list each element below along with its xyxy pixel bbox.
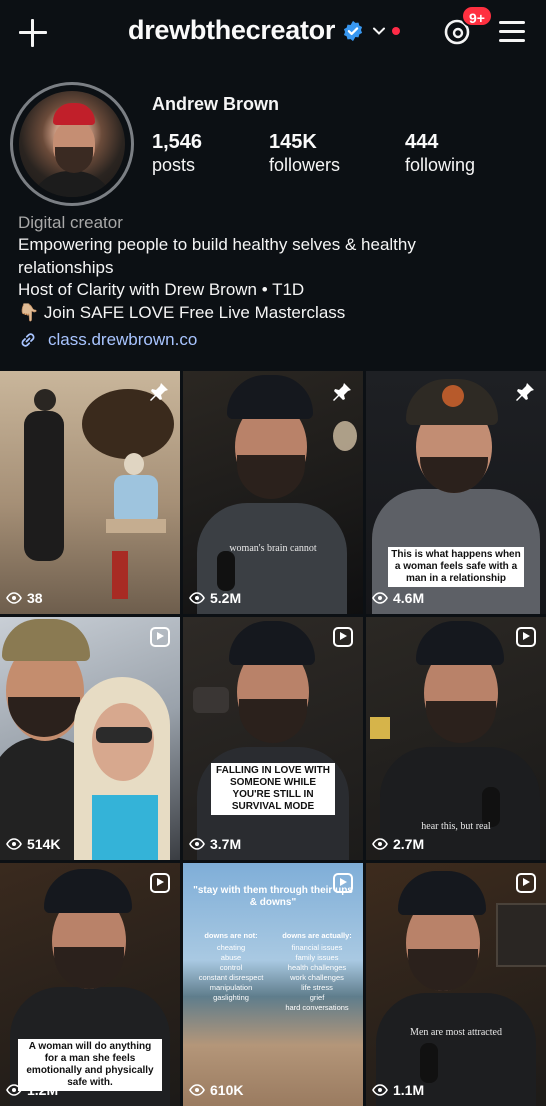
profile-avatar[interactable] [10, 82, 134, 206]
followers-count: 145K [269, 131, 317, 153]
eye-icon [189, 838, 205, 850]
view-count: 38 [6, 590, 43, 606]
account-switcher[interactable]: drewbthecreator [128, 15, 401, 46]
avatar-image [19, 91, 125, 197]
bio: Digital creator Empowering people to bui… [18, 212, 538, 350]
username: drewbthecreator [128, 15, 336, 45]
notification-badge: 9+ [461, 5, 493, 27]
post-tile[interactable]: FALLING IN LOVE WITH SOMEONE WHILE YOU'R… [183, 617, 363, 860]
post-tile[interactable]: "stay with them through their ups & down… [183, 863, 363, 1106]
post-tile[interactable]: Men are most attracted 1.1M [366, 863, 546, 1106]
pin-icon [150, 383, 168, 401]
reel-icon [516, 873, 536, 893]
following-label: following [405, 155, 476, 175]
reel-icon [333, 627, 353, 647]
eye-icon [372, 592, 388, 604]
posts-stat[interactable]: 1,546 posts [152, 131, 202, 177]
posts-label: posts [152, 155, 196, 175]
website-link[interactable]: class.drewbrown.co [48, 330, 197, 350]
post-caption: This is what happens when a woman feels … [388, 547, 524, 587]
pin-icon [516, 383, 534, 401]
eye-icon [189, 592, 205, 604]
beach-right-column: downs are actually: financial issues fam… [282, 931, 352, 1012]
post-caption: hear this, but real [421, 821, 491, 832]
post-caption: FALLING IN LOVE WITH SOMEONE WHILE YOU'R… [211, 763, 335, 815]
eye-icon [6, 592, 22, 604]
eye-icon [189, 1084, 205, 1096]
view-count: 1.1M [372, 1082, 424, 1098]
top-bar: drewbthecreator 9+ [0, 0, 546, 64]
beach-left-column: downs are not: cheating abuse control co… [198, 931, 264, 1002]
post-tile[interactable]: hear this, but real 2.7M [366, 617, 546, 860]
reel-icon [516, 627, 536, 647]
view-count: 3.7M [189, 836, 241, 852]
post-tile[interactable]: This is what happens when a woman feels … [366, 371, 546, 614]
link-icon [21, 333, 35, 347]
view-count: 1.2M [6, 1082, 58, 1098]
bio-line: Empowering people to build healthy selve… [18, 235, 416, 254]
view-count: 4.6M [372, 590, 424, 606]
bio-line: relationships [18, 257, 114, 277]
following-count: 444 [405, 131, 439, 153]
followers-label: followers [269, 155, 341, 175]
view-count: 5.2M [189, 590, 241, 606]
verified-icon [343, 20, 363, 41]
post-caption: woman's brain cannot [229, 543, 317, 554]
reel-icon [150, 627, 170, 647]
view-count: 610K [189, 1082, 243, 1098]
view-count: 2.7M [372, 836, 424, 852]
full-name: Andrew Brown [152, 94, 280, 114]
reel-icon [333, 873, 353, 893]
post-caption: Men are most attracted [410, 1027, 502, 1038]
menu-icon[interactable] [499, 21, 525, 43]
eye-icon [372, 1084, 388, 1096]
following-stat[interactable]: 444 following [405, 131, 475, 177]
category-label: Digital creator [18, 213, 123, 232]
followers-stat[interactable]: 145K followers [269, 131, 340, 177]
posts-count: 1,546 [152, 131, 203, 153]
post-caption: "stay with them through their ups & down… [193, 885, 353, 908]
post-tile[interactable]: 514K [0, 617, 180, 860]
post-tile[interactable]: 38 [0, 371, 180, 614]
pin-icon [333, 383, 351, 401]
eye-icon [6, 838, 22, 850]
chevron-down-icon[interactable] [372, 24, 386, 38]
view-count: 514K [6, 836, 60, 852]
plus-icon[interactable] [19, 19, 47, 47]
post-tile[interactable]: A woman will do anything for a man she f… [0, 863, 180, 1106]
eye-icon [6, 1084, 22, 1096]
bio-line: Host of Clarity with Drew Brown • T1D [18, 280, 305, 299]
website-link-row[interactable]: class.drewbrown.co [18, 330, 538, 350]
notification-dot [392, 26, 401, 35]
post-tile[interactable]: woman's brain cannot 5.2M [183, 371, 363, 614]
reel-icon [150, 873, 170, 893]
bio-line: 👇🏼 Join SAFE LOVE Free Live Masterclass [18, 302, 346, 322]
eye-icon [372, 838, 388, 850]
